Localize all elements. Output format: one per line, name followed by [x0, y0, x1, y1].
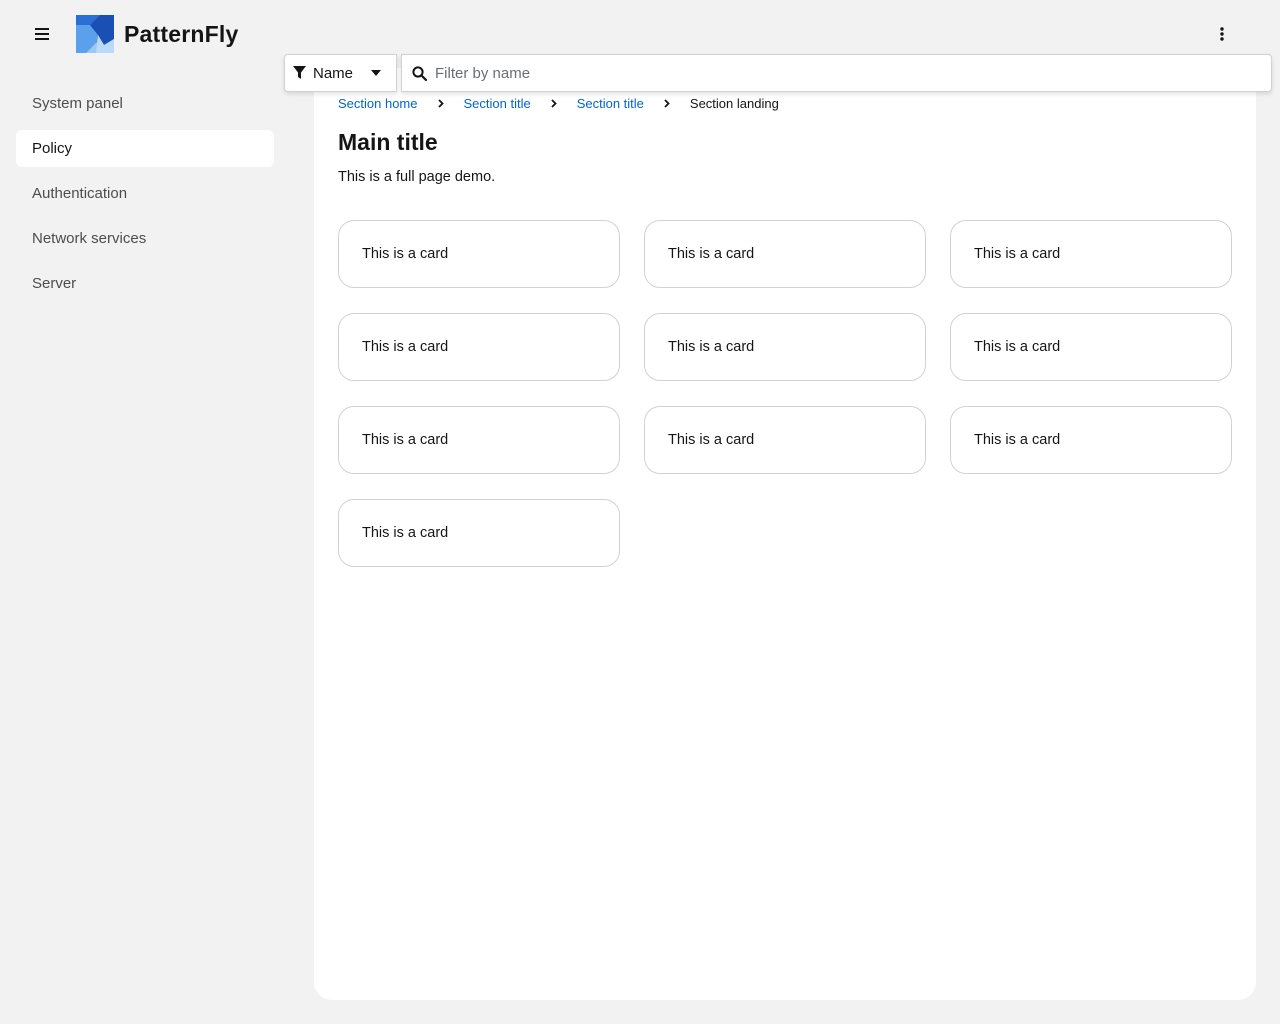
card[interactable]: This is a card	[644, 220, 926, 288]
chevron-right-icon	[531, 99, 577, 108]
sidebar-item-server[interactable]: Server	[16, 265, 274, 302]
sidebar-item-label: Policy	[32, 140, 73, 157]
patternfly-logo-icon	[76, 15, 114, 53]
filter-toolbar: Name	[284, 54, 1272, 92]
card-text: This is a card	[362, 339, 449, 355]
card[interactable]: This is a card	[644, 313, 926, 381]
breadcrumb-link-section-title[interactable]: Section title	[464, 96, 531, 111]
card[interactable]: This is a card	[338, 313, 620, 381]
search-box[interactable]	[401, 54, 1272, 92]
brand-logo[interactable]: PatternFly	[76, 15, 238, 53]
card-text: This is a card	[668, 246, 755, 262]
card[interactable]: This is a card	[644, 406, 926, 474]
card-gallery: This is a card This is a card This is a …	[338, 220, 1232, 567]
card-text: This is a card	[668, 432, 755, 448]
search-icon	[412, 65, 427, 81]
page-description: This is a full page demo.	[338, 169, 496, 185]
breadcrumb-current: Section landing	[689, 96, 779, 111]
sidebar-item-label: Network services	[32, 230, 147, 247]
caret-down-icon	[371, 70, 382, 76]
funnel-icon	[293, 66, 306, 80]
card-text: This is a card	[974, 246, 1061, 262]
card[interactable]: This is a card	[338, 220, 620, 288]
breadcrumb-link-section-title-2[interactable]: Section title	[577, 96, 644, 111]
sidebar-nav: System panel Policy Authentication Netwo…	[16, 85, 274, 310]
chevron-right-icon	[418, 99, 464, 108]
card-text: This is a card	[362, 246, 449, 262]
breadcrumb-link-section-home[interactable]: Section home	[338, 96, 418, 111]
page-title: Main title	[338, 129, 438, 155]
sidebar-item-label: System panel	[32, 95, 123, 112]
card-text: This is a card	[974, 339, 1061, 355]
kebab-icon[interactable]	[1208, 20, 1236, 48]
sidebar-item-network-services[interactable]: Network services	[16, 220, 274, 257]
card-text: This is a card	[974, 432, 1061, 448]
hamburger-icon[interactable]	[28, 20, 56, 48]
sidebar-item-authentication[interactable]: Authentication	[16, 175, 274, 212]
sidebar-item-label: Authentication	[32, 185, 128, 202]
card-text: This is a card	[362, 432, 449, 448]
brand-name: PatternFly	[124, 20, 239, 47]
card-text: This is a card	[362, 525, 449, 541]
sidebar-item-policy[interactable]: Policy	[16, 130, 274, 167]
card[interactable]: This is a card	[950, 220, 1232, 288]
main-content: Section home Section title Section title…	[314, 68, 1256, 1000]
chevron-right-icon	[644, 99, 690, 108]
card-text: This is a card	[668, 339, 755, 355]
sidebar-item-label: Server	[32, 275, 77, 292]
filter-attribute-label: Name	[313, 64, 354, 82]
card[interactable]: This is a card	[950, 406, 1232, 474]
search-input[interactable]	[435, 58, 1271, 88]
breadcrumb: Section home Section title Section title…	[338, 96, 779, 111]
card[interactable]: This is a card	[338, 406, 620, 474]
filter-attribute-select[interactable]: Name	[284, 54, 397, 92]
card[interactable]: This is a card	[950, 313, 1232, 381]
card[interactable]: This is a card	[338, 499, 620, 567]
sidebar-item-system-panel[interactable]: System panel	[16, 85, 274, 122]
